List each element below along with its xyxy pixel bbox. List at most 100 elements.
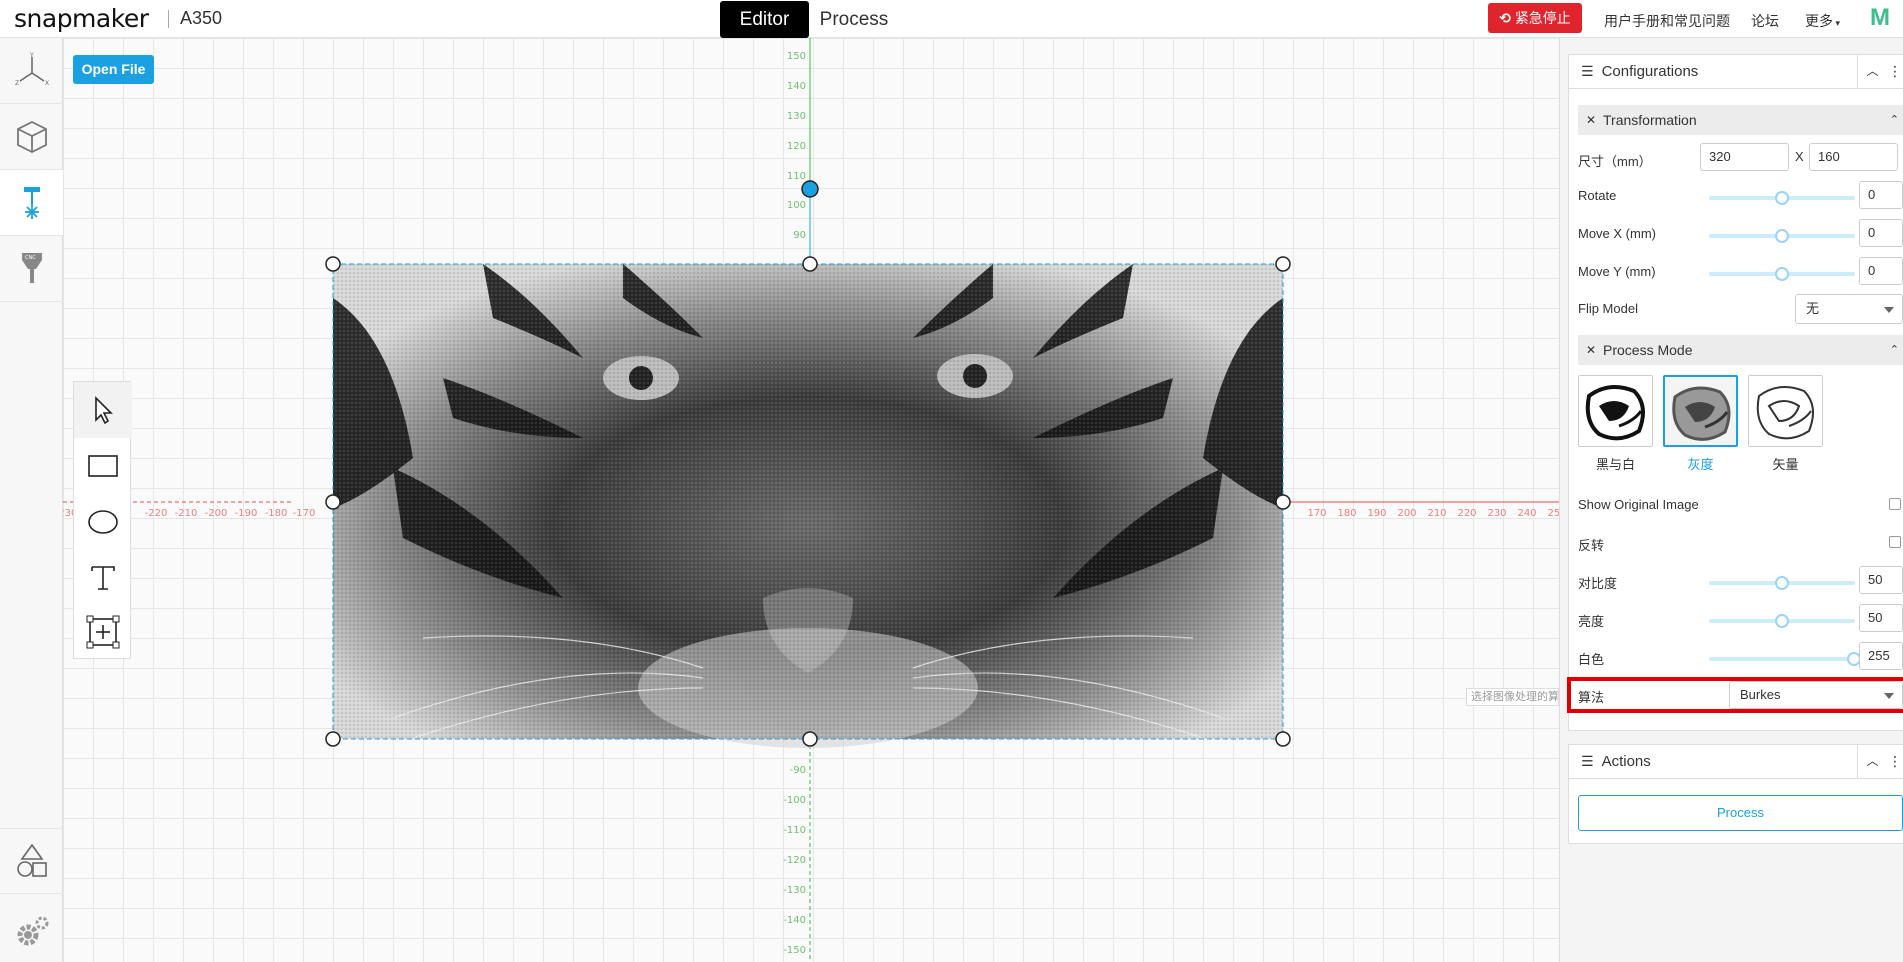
actions-header: ☰ Actions ︿ ⋮ (1569, 745, 1903, 779)
brightness-slider[interactable] (1709, 614, 1855, 628)
show-original-checkbox[interactable] (1889, 498, 1901, 510)
tab-process[interactable]: Process (812, 1, 896, 38)
cnc-icon: CNC (21, 252, 42, 283)
tiger-image-selection[interactable] (63, 38, 1559, 962)
move-y-slider[interactable] (1709, 267, 1855, 281)
height-input[interactable]: 160 (1809, 143, 1898, 171)
show-original-label: Show Original Image (1578, 497, 1699, 512)
svg-text:X: X (45, 80, 49, 87)
refresh-icon: ⟲ (1499, 10, 1511, 26)
resize-handle (802, 256, 818, 272)
collapse-up-icon: ⌃ (1889, 344, 1899, 356)
caret-down-icon (1884, 693, 1894, 699)
text-tool[interactable] (74, 550, 132, 606)
algorithm-select[interactable]: Burkes (1729, 681, 1903, 709)
slider-knob[interactable] (1775, 576, 1789, 590)
process-mode-title: Process Mode (1603, 342, 1693, 358)
sidebar-item-settings[interactable] (0, 894, 63, 960)
slider-knob[interactable] (1775, 267, 1789, 281)
resize-handle (325, 494, 341, 510)
cube-icon (16, 120, 47, 153)
move-x-input[interactable]: 0 (1859, 219, 1903, 247)
flip-model-label: Flip Model (1578, 301, 1638, 316)
add-box-icon (86, 615, 120, 649)
emergency-stop-button[interactable]: ⟲ 紧急停止 (1488, 3, 1582, 33)
invert-checkbox[interactable] (1889, 536, 1901, 548)
rectangle-tool[interactable] (74, 438, 132, 494)
rotate-handle (801, 180, 819, 198)
configurations-title: Configurations (1601, 63, 1699, 80)
white-slider[interactable] (1709, 652, 1861, 666)
collapse-icon[interactable]: ︿ (1857, 55, 1887, 88)
move-y-input[interactable]: 0 (1859, 257, 1903, 285)
menu-icon: ☰ (1581, 753, 1594, 769)
configurations-card: ☰ Configurations ︿ ⋮ ✕ Transformation ⌃ … (1567, 54, 1903, 731)
algorithm-tooltip: 选择图像处理的算法 (1466, 688, 1559, 706)
transformation-header[interactable]: ✕ Transformation ⌃ (1578, 105, 1903, 135)
mode-vector[interactable] (1748, 375, 1823, 447)
brightness-input[interactable]: 50 (1859, 604, 1903, 632)
gear-icon (17, 916, 48, 946)
invert-label: 反转 (1578, 538, 1605, 553)
more-vertical-icon[interactable]: ⋮ (1887, 745, 1903, 778)
sidebar-item-cnc[interactable]: CNC (0, 236, 63, 302)
cursor-icon (95, 396, 113, 425)
workspace-canvas[interactable]: 150 140 130 120 110 100 90 -90 -100 -110… (63, 38, 1559, 962)
collapse-icon[interactable]: ︿ (1857, 745, 1887, 778)
mode-vector-thumbnail (1749, 376, 1822, 446)
configurations-header: ☰ Configurations ︿ ⋮ (1569, 55, 1903, 89)
resize-handle (1275, 731, 1291, 747)
move-x-label: Move X (mm) (1578, 226, 1656, 241)
drawing-toolbar (73, 381, 132, 660)
width-input[interactable]: 320 (1700, 143, 1789, 171)
actions-card: ☰ Actions ︿ ⋮ Process (1568, 744, 1903, 844)
move-x-slider[interactable] (1709, 229, 1855, 243)
sidebar-item-models[interactable] (0, 828, 63, 894)
contrast-slider[interactable] (1709, 576, 1855, 590)
rotate-input[interactable]: 0 (1859, 181, 1903, 209)
resize-handle (1275, 494, 1291, 510)
resize-handle (1275, 256, 1291, 272)
slider-knob[interactable] (1775, 191, 1789, 205)
more-vertical-icon[interactable]: ⋮ (1887, 55, 1903, 88)
expand-icon: ✕ (1586, 343, 1597, 357)
add-tool[interactable] (74, 604, 132, 660)
sidebar-item-workspace[interactable]: Y Z X (0, 38, 63, 104)
more-menu[interactable]: 更多 ▾ (1805, 11, 1840, 31)
rotate-label: Rotate (1578, 188, 1617, 203)
collapse-up-icon: ⌃ (1889, 114, 1899, 126)
mode-greyscale-label: 灰度 (1687, 457, 1714, 472)
size-label: 尺寸（mm） (1578, 154, 1652, 169)
forum-link[interactable]: 论坛 (1751, 11, 1779, 31)
right-panel: ☰ Configurations ︿ ⋮ ✕ Transformation ⌃ … (1559, 38, 1903, 962)
move-y-label: Move Y (mm) (1578, 264, 1656, 279)
algorithm-value: Burkes (1740, 687, 1781, 702)
tiger-image (333, 264, 1283, 748)
sidebar-item-3dp[interactable] (0, 104, 63, 170)
text-icon (91, 566, 115, 590)
mode-greyscale[interactable] (1663, 375, 1738, 447)
transformation-title: Transformation (1603, 112, 1697, 128)
sidebar-item-laser[interactable] (0, 170, 63, 236)
resize-handle (802, 731, 818, 747)
select-tool[interactable] (74, 382, 132, 438)
tab-editor[interactable]: Editor (720, 1, 809, 38)
caret-down-icon: ▾ (1833, 18, 1841, 28)
contrast-label: 对比度 (1578, 576, 1618, 591)
flip-model-select[interactable]: 无 (1795, 294, 1903, 324)
slider-knob[interactable] (1775, 229, 1789, 243)
app-header: snapmaker A350 Editor Process ⟲ 紧急停止 用户手… (0, 0, 1903, 38)
white-label: 白色 (1578, 652, 1605, 667)
mode-bw[interactable] (1578, 375, 1653, 447)
slider-knob[interactable] (1775, 614, 1789, 628)
ellipse-tool[interactable] (74, 494, 132, 550)
white-input[interactable]: 255 (1859, 642, 1903, 670)
more-label: 更多 (1805, 13, 1833, 29)
process-mode-header[interactable]: ✕ Process Mode ⌃ (1578, 335, 1903, 365)
contrast-input[interactable]: 50 (1859, 566, 1903, 594)
rotate-slider[interactable] (1709, 191, 1855, 205)
process-button[interactable]: Process (1578, 795, 1903, 831)
algorithm-label: 算法 (1578, 690, 1605, 705)
manual-link[interactable]: 用户手册和常见问题 (1604, 11, 1730, 31)
svg-text:Y: Y (29, 52, 34, 59)
